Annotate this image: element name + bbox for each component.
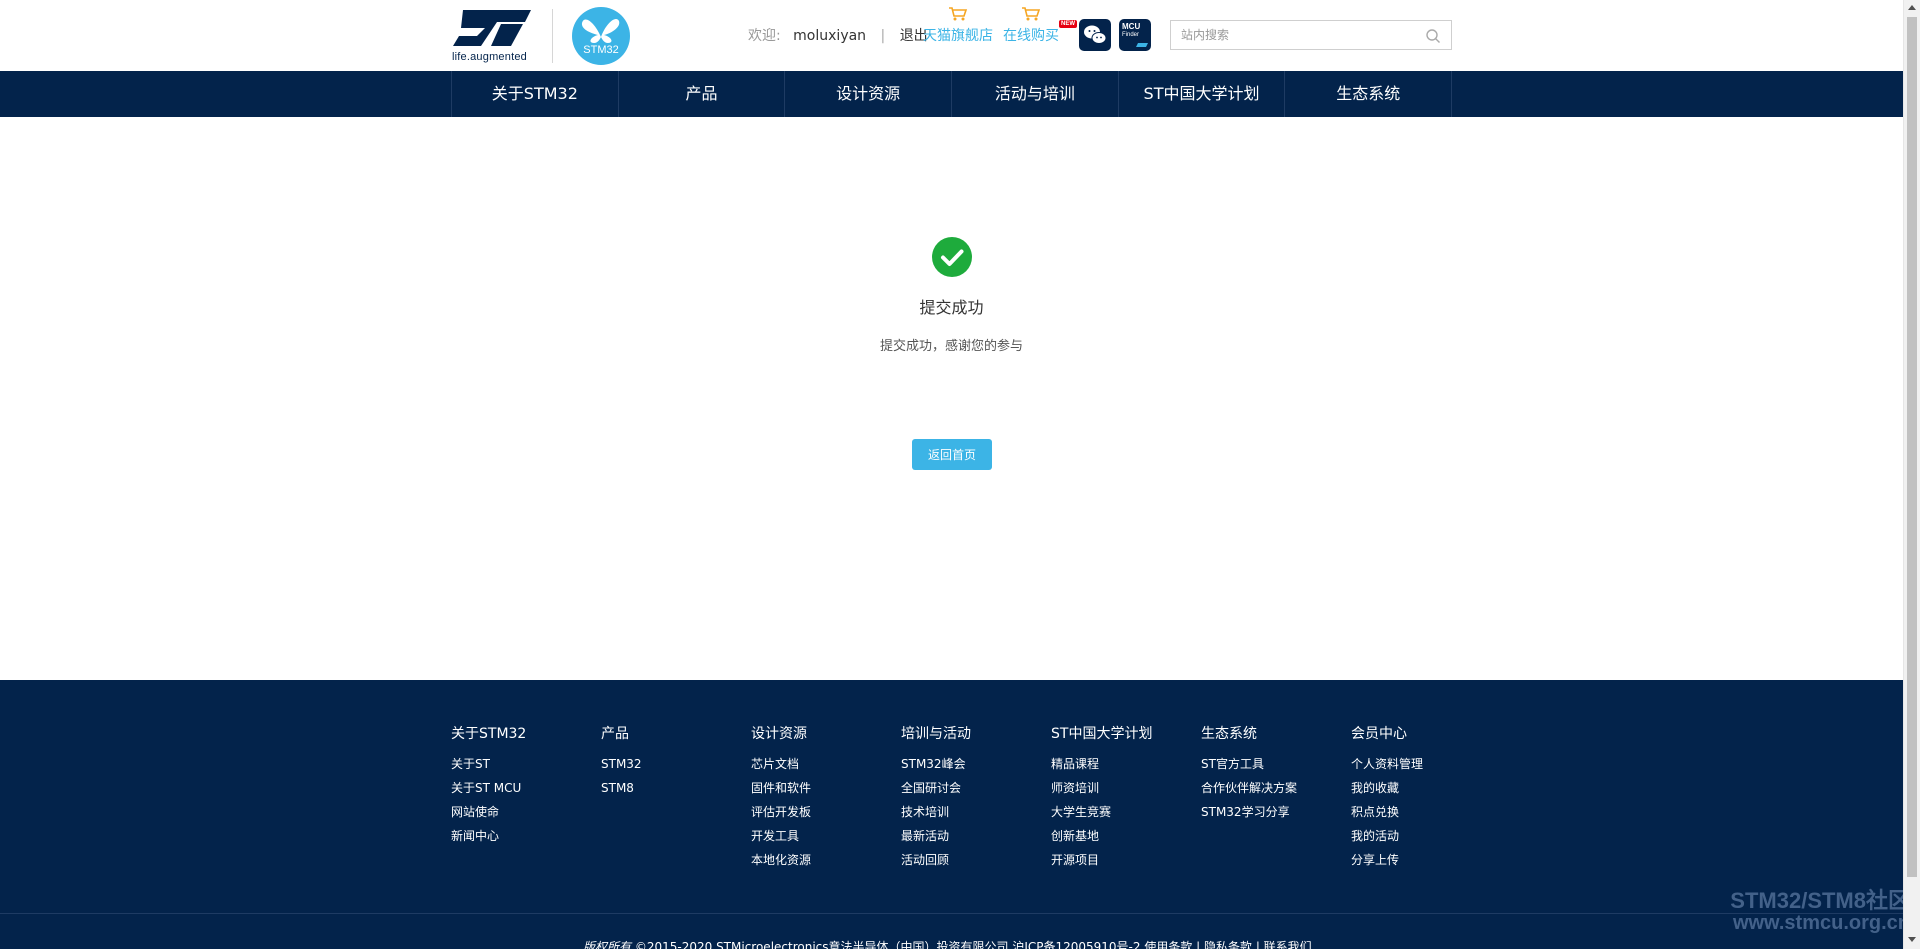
logo-tagline: life.augmented [452, 51, 527, 63]
user-area: 欢迎: moluxiyan | 退出 [748, 25, 928, 45]
logo-divider [552, 9, 553, 63]
footer-link[interactable]: 大学生竞赛 [1051, 804, 1201, 828]
search-icon[interactable] [1425, 28, 1441, 44]
footer-link[interactable]: 网站使命 [451, 804, 601, 828]
footer-column-about: 关于STM32 关于ST 关于ST MCU 网站使命 新闻中心 [451, 723, 601, 852]
nav-item-events-training[interactable]: 活动与培训 [952, 71, 1119, 117]
search-box [1170, 20, 1452, 50]
footer-link[interactable]: 评估开发板 [751, 804, 901, 828]
nav-item-products[interactable]: 产品 [619, 71, 786, 117]
footer-divider [0, 913, 1903, 914]
footer-link[interactable]: 师资培训 [1051, 780, 1201, 804]
st-logo-icon [453, 10, 531, 46]
footer-link[interactable]: 合作伙伴解决方案 [1201, 780, 1351, 804]
nav-item-university-program[interactable]: ST中国大学计划 [1119, 71, 1286, 117]
copyright-text: ©2015-2020 STMicroelectronics意法半导体（中国）投资… [634, 940, 1312, 949]
scroll-down-arrow-icon[interactable] [1908, 937, 1916, 942]
footer-link[interactable]: 开发工具 [751, 828, 901, 852]
stm32-logo[interactable]: STM32 [572, 7, 630, 65]
footer-column-title: 培训与活动 [901, 726, 971, 742]
footer-link[interactable]: 创新基地 [1051, 828, 1201, 852]
vertical-scrollbar[interactable] [1903, 0, 1920, 949]
main-nav: 关于STM32 产品 设计资源 活动与培训 ST中国大学计划 生态系统 [0, 71, 1903, 117]
user-separator: | [880, 28, 886, 44]
success-check-icon [932, 237, 972, 277]
username-link[interactable]: moluxiyan [793, 28, 866, 44]
footer-column-title: 关于STM32 [451, 726, 527, 742]
wechat-button[interactable] [1079, 19, 1111, 51]
footer-link[interactable]: 开源项目 [1051, 852, 1201, 876]
st-logo[interactable]: life.augmented [451, 6, 537, 64]
footer: 关于STM32 关于ST 关于ST MCU 网站使命 新闻中心 产品 STM32… [0, 680, 1903, 949]
footer-link[interactable]: STM32学习分享 [1201, 804, 1351, 828]
footer-link[interactable]: 关于ST [451, 756, 601, 780]
footer-column-title: 生态系统 [1201, 726, 1257, 742]
footer-link[interactable]: 我的收藏 [1351, 780, 1501, 804]
footer-column-products: 产品 STM32 STM8 [601, 723, 751, 804]
footer-link[interactable]: 全国研讨会 [901, 780, 1051, 804]
page: life.augmented STM32 欢迎: moluxiyan | 退出 … [0, 0, 1920, 949]
wechat-icon [1084, 25, 1107, 44]
scrollbar-thumb[interactable] [1907, 17, 1917, 877]
footer-link[interactable]: STM32 [601, 756, 751, 780]
success-description: 提交成功，感谢您的参与 [879, 339, 1023, 354]
new-badge: NEW [1059, 20, 1077, 28]
cart-icon [1022, 7, 1041, 21]
footer-link[interactable]: 积点兑换 [1351, 804, 1501, 828]
watermark: STM32/STM8社区 www.stmcu.org.cn [1688, 889, 1910, 935]
footer-column-title: 会员中心 [1351, 726, 1407, 742]
footer-link[interactable]: STM32峰会 [901, 756, 1051, 780]
nav-item-ecosystem[interactable]: 生态系统 [1285, 71, 1453, 117]
nav-item-about-stm32[interactable]: 关于STM32 [452, 71, 619, 117]
footer-column-member-center: 会员中心 个人资料管理 我的收藏 积点兑换 我的活动 分享上传 [1351, 723, 1501, 876]
welcome-label: 欢迎: [748, 28, 781, 44]
mcu-finder-icon [1136, 43, 1148, 47]
watermark-line2: www.stmcu.org.cn [1732, 912, 1910, 934]
footer-link[interactable]: 活动回顾 [901, 852, 1051, 876]
scroll-up-arrow-icon[interactable] [1908, 5, 1916, 10]
mcu-finder-button[interactable]: MCU Finder [1119, 19, 1151, 51]
watermark-line1: STM32/STM8社区 [1730, 888, 1910, 913]
footer-column-training: 培训与活动 STM32峰会 全国研讨会 技术培训 最新活动 活动回顾 [901, 723, 1051, 876]
stm32-logo-label: STM32 [583, 44, 619, 56]
footer-link[interactable]: 芯片文档 [751, 756, 901, 780]
top-header: life.augmented STM32 欢迎: moluxiyan | 退出 … [0, 0, 1903, 71]
footer-column-university: ST中国大学计划 精品课程 师资培训 大学生竞赛 创新基地 开源项目 [1051, 723, 1201, 876]
footer-link[interactable]: 我的活动 [1351, 828, 1501, 852]
footer-link[interactable]: 本地化资源 [751, 852, 901, 876]
footer-link[interactable]: 新闻中心 [451, 828, 601, 852]
stm32-butterfly-icon [581, 18, 620, 43]
footer-link[interactable]: 个人资料管理 [1351, 756, 1501, 780]
online-buy-link[interactable]: 在线购买 [1003, 25, 1059, 45]
tmall-shop-link[interactable]: 天猫旗舰店 [923, 25, 993, 45]
footer-link[interactable]: 最新活动 [901, 828, 1051, 852]
footer-link[interactable]: ST官方工具 [1201, 756, 1351, 780]
footer-column-ecosystem: 生态系统 ST官方工具 合作伙伴解决方案 STM32学习分享 [1201, 723, 1351, 828]
footer-column-design-resources: 设计资源 芯片文档 固件和软件 评估开发板 开发工具 本地化资源 [751, 723, 901, 876]
footer-link[interactable]: 固件和软件 [751, 780, 901, 804]
success-title: 提交成功 [919, 298, 984, 317]
footer-link[interactable]: 技术培训 [901, 804, 1051, 828]
footer-copyright: 版权所有 ©2015-2020 STMicroelectronics意法半导体（… [583, 938, 1312, 949]
footer-column-title: 设计资源 [751, 726, 807, 742]
footer-link[interactable]: STM8 [601, 780, 751, 804]
back-home-button[interactable]: 返回首页 [912, 439, 992, 470]
footer-link[interactable]: 精品课程 [1051, 756, 1201, 780]
copyright-label: 版权所有 [583, 940, 632, 949]
footer-column-title: ST中国大学计划 [1051, 726, 1153, 742]
footer-link[interactable]: 关于ST MCU [451, 780, 601, 804]
search-input[interactable] [1171, 21, 1411, 49]
nav-list: 关于STM32 产品 设计资源 活动与培训 ST中国大学计划 生态系统 [451, 71, 1453, 117]
footer-column-title: 产品 [601, 726, 629, 742]
nav-item-design-resources[interactable]: 设计资源 [785, 71, 953, 117]
cart-icon [949, 7, 968, 21]
footer-link[interactable]: 分享上传 [1351, 852, 1501, 876]
